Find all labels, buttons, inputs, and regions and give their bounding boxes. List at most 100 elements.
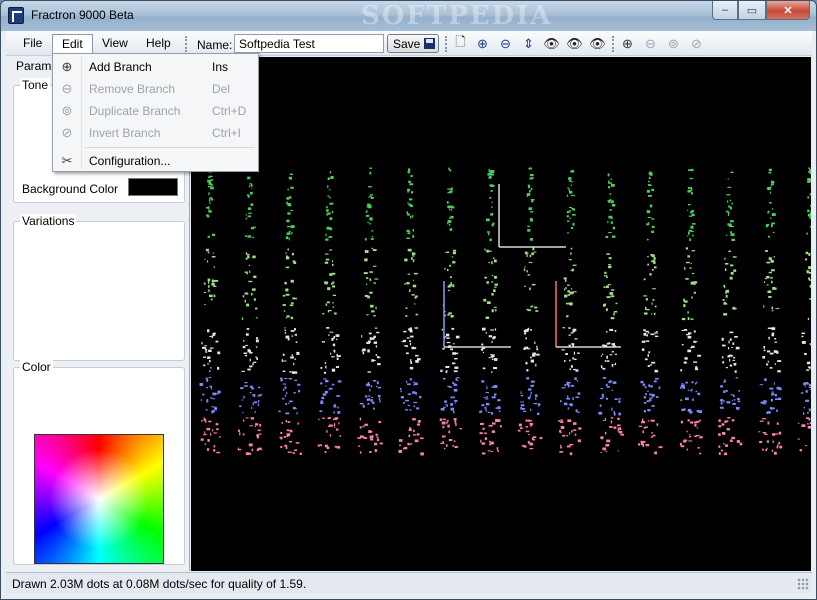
fractal-dot: [442, 440, 444, 444]
fractal-dot: [807, 317, 810, 321]
fractal-canvas[interactable]: [191, 57, 811, 571]
fractal-dot: [809, 388, 811, 390]
fractal-dot: [647, 180, 650, 183]
fractal-dot: [364, 395, 368, 398]
fractal-dot: [531, 252, 534, 256]
menu-help[interactable]: Help: [137, 34, 180, 53]
fractal-dot: [530, 425, 532, 428]
menu-item-invert-branch[interactable]: ⊘ Invert Branch Ctrl+I: [55, 122, 256, 144]
menu-item-remove-branch[interactable]: ⊖ Remove Branch Del: [55, 78, 256, 100]
fractal-dot: [527, 396, 531, 400]
fractal-dot: [324, 390, 329, 394]
fractal-dot: [642, 430, 644, 434]
fractal-dot: [565, 287, 567, 290]
fractal-dot: [651, 269, 654, 271]
fractal-dot: [694, 382, 697, 385]
fractal-dot: [327, 178, 330, 180]
toolbar-grip[interactable]: [185, 36, 188, 52]
fractal-dot: [320, 444, 322, 447]
fractal-dot: [326, 226, 331, 230]
fractal-dot: [645, 444, 650, 446]
minimize-button[interactable]: –: [712, 1, 738, 20]
menu-item-configuration[interactable]: ✂ Configuration...: [55, 150, 256, 172]
fractal-dot: [206, 448, 210, 451]
fractal-dot: [486, 387, 488, 389]
fractal-dot: [371, 247, 374, 249]
name-input[interactable]: [234, 34, 384, 53]
remove-branch-icon[interactable]: ⊖: [642, 35, 659, 52]
fractal-dot: [766, 284, 769, 286]
fractal-dot: [379, 400, 381, 403]
fractal-dot: [683, 408, 686, 411]
invert-branch-icon[interactable]: ⊘: [688, 35, 705, 52]
menu-edit[interactable]: Edit: [52, 34, 93, 53]
add-branch-icon[interactable]: ⊕: [619, 35, 636, 52]
toolbar-grip-2[interactable]: [445, 36, 448, 52]
fractal-dot: [771, 224, 773, 228]
fractal-dot: [373, 315, 376, 317]
fractal-dot: [646, 390, 649, 392]
fractal-dot: [298, 389, 301, 393]
fractal-dot: [570, 252, 572, 255]
fractal-dot: [569, 207, 572, 208]
fractal-dot: [210, 298, 213, 301]
toolbar-grip-3[interactable]: [612, 36, 615, 52]
menu-file[interactable]: File: [14, 34, 51, 53]
fractal-dot: [653, 380, 657, 383]
fractal-dot: [571, 288, 573, 290]
fractal-dot: [243, 352, 248, 355]
fit-vertical-icon[interactable]: ⇕: [520, 35, 537, 52]
background-color-swatch[interactable]: [128, 178, 178, 196]
maximize-button[interactable]: ▭: [738, 1, 766, 20]
duplicate-branch-icon[interactable]: ⊚: [665, 35, 682, 52]
fractal-dot: [648, 384, 651, 387]
color-picker[interactable]: [34, 434, 164, 564]
fractal-dot: [452, 249, 457, 252]
eye-icon-2[interactable]: 👁: [566, 35, 583, 52]
fractal-dot: [452, 352, 457, 355]
menu-view[interactable]: View: [93, 34, 137, 53]
resize-grip[interactable]: [797, 578, 809, 590]
fractal-dot: [684, 267, 686, 270]
fractal-dot: [486, 385, 488, 387]
fractal-dot: [448, 439, 453, 442]
fractal-dot: [605, 450, 607, 453]
fractal-dot: [805, 390, 808, 393]
new-document-icon[interactable]: 🗋: [452, 34, 469, 52]
fractal-dot: [527, 274, 531, 276]
fractal-dot: [450, 187, 453, 191]
fractal-dot: [364, 294, 369, 297]
zoom-out-icon[interactable]: ⊖: [497, 35, 514, 52]
fractal-dot: [406, 229, 410, 232]
fractal-dot: [406, 237, 410, 239]
fractal-dot: [803, 406, 805, 409]
fractal-dot: [723, 399, 725, 403]
fractal-dot: [294, 328, 296, 331]
fractal-dot: [286, 197, 290, 200]
app-icon[interactable]: [8, 7, 24, 24]
close-button[interactable]: ✕: [766, 1, 810, 20]
fractal-dot: [805, 258, 807, 261]
fractal-dot: [493, 367, 497, 370]
menu-item-add-branch[interactable]: ⊕ Add Branch Ins: [55, 56, 256, 78]
title-bar[interactable]: SOFTPEDIA Fractron 9000 Beta – ▭ ✕: [1, 1, 816, 31]
fractal-dot: [374, 327, 378, 329]
eye-icon[interactable]: 👁: [543, 35, 560, 52]
eye-star-icon[interactable]: 👁: [589, 35, 606, 52]
fractal-dot: [651, 230, 654, 233]
fractal-dot: [727, 200, 729, 203]
fractal-dot: [359, 402, 364, 405]
fractal-dot: [282, 388, 285, 391]
fractal-dot: [209, 197, 213, 199]
fractal-dot: [411, 252, 414, 255]
tone-title: Tone: [20, 78, 51, 92]
fractal-dot: [369, 291, 373, 294]
save-button[interactable]: Save: [387, 34, 439, 53]
fractal-dot: [330, 176, 334, 179]
fractal-dot: [801, 424, 806, 427]
fractal-dot: [807, 196, 809, 199]
fractal-dot: [328, 236, 333, 238]
zoom-in-icon[interactable]: ⊕: [474, 35, 491, 52]
menu-item-duplicate-branch[interactable]: ⊚ Duplicate Branch Ctrl+D: [55, 100, 256, 122]
fractal-dot: [606, 296, 611, 298]
